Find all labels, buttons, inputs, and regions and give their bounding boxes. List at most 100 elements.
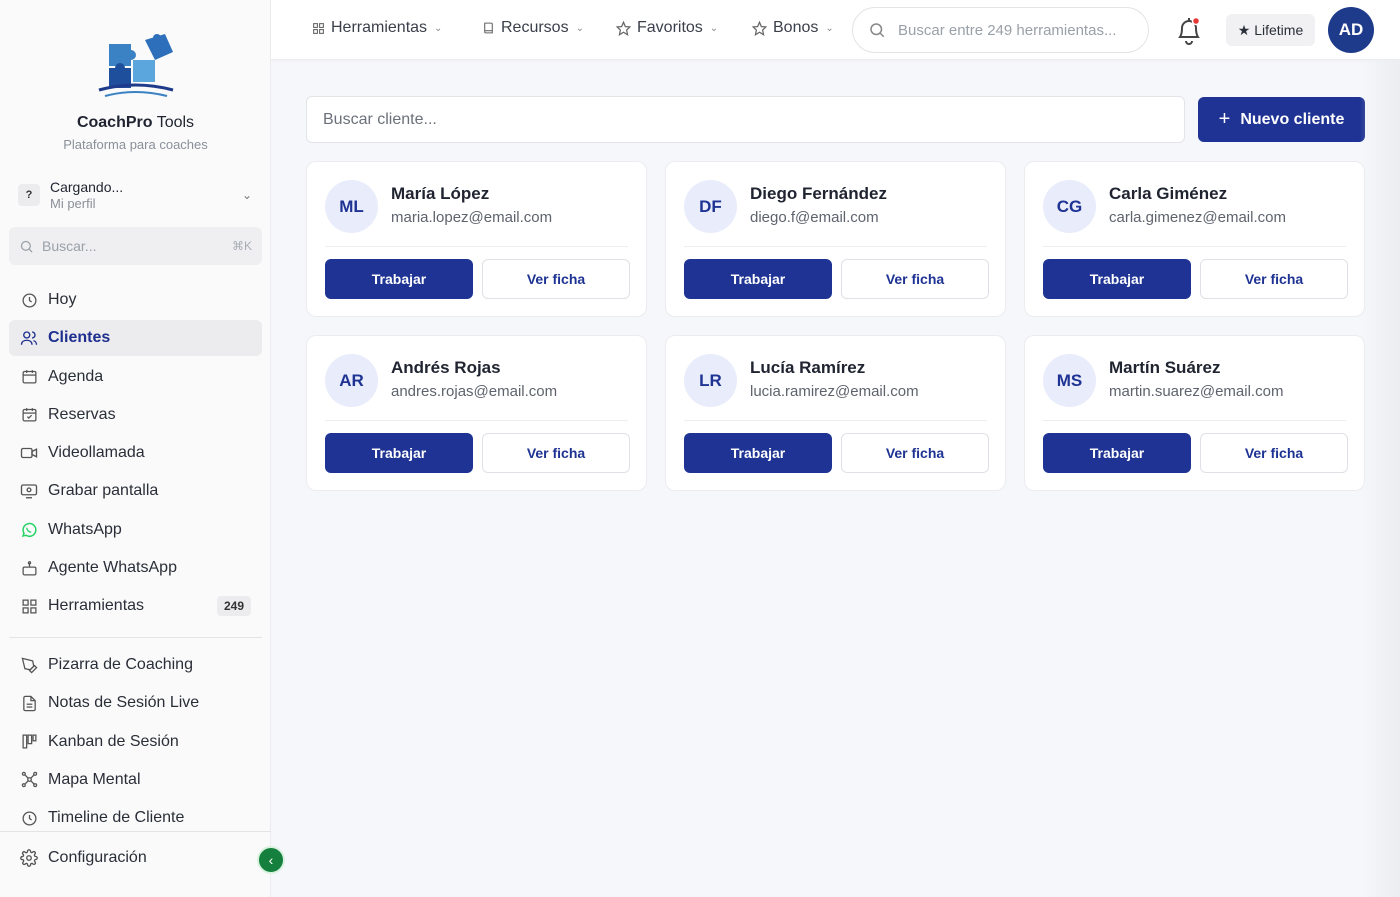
menu-recursos[interactable]: Recursos ⌄ (482, 19, 584, 37)
sidebar-item-label: WhatsApp (48, 520, 122, 538)
whatsapp-icon (20, 521, 38, 539)
sidebar-item-whatsapp[interactable]: WhatsApp (9, 512, 262, 548)
work-button[interactable]: Trabajar (1043, 259, 1191, 299)
card-divider (1043, 420, 1346, 421)
star-icon (616, 20, 631, 36)
screen-record-icon (20, 482, 38, 500)
client-card: DF Diego Fernández diego.f@email.com Tra… (665, 161, 1006, 317)
brand-name: CoachPro Tools (76, 114, 195, 131)
menu-label: Herramientas (331, 19, 428, 36)
config-section: Configuración (9, 840, 262, 878)
sidebar: CoachPro Tools Plataforma para coaches ?… (0, 0, 271, 897)
work-button[interactable]: Trabajar (1043, 433, 1191, 473)
sidebar-item-configuracion[interactable]: Configuración (9, 840, 262, 876)
profile-avatar: ? (18, 184, 40, 206)
sidebar-item-label: Herramientas (48, 597, 145, 615)
client-grid: ML María López maria.lopez@email.com Tra… (306, 161, 1365, 491)
client-email: lucia.ramirez@email.com (750, 383, 919, 400)
book-icon (482, 21, 495, 35)
client-name: Diego Fernández (750, 184, 887, 203)
client-search-placeholder: Buscar cliente... (323, 110, 437, 128)
sidebar-item-label: Videollamada (48, 444, 145, 462)
work-button[interactable]: Trabajar (684, 259, 832, 299)
sidebar-item-label: Timeline de Cliente (48, 809, 185, 827)
sidebar-item-label: Pizarra de Coaching (48, 656, 193, 673)
client-avatar: CG (1043, 180, 1096, 233)
sidebar-item-label: Clientes (48, 329, 111, 347)
work-button[interactable]: Trabajar (325, 259, 473, 299)
sidebar-item-grabar-pantalla[interactable]: Grabar pantalla (9, 473, 262, 509)
work-button[interactable]: Trabajar (325, 433, 473, 473)
grid-icon (20, 597, 38, 615)
sidebar-item-kanban[interactable]: Kanban de Sesión (9, 724, 262, 760)
users-icon (20, 329, 38, 347)
client-email: maria.lopez@email.com (391, 209, 553, 226)
sidebar-item-label: Agente WhatsApp (48, 559, 177, 577)
client-avatar: AR (325, 354, 378, 407)
chevron-down-icon: ⌄ (709, 22, 719, 34)
sidebar-item-herramientas[interactable]: Herramientas 249 (9, 588, 262, 624)
notifications-button[interactable] (1171, 12, 1207, 48)
chevron-down-icon: ⌄ (434, 22, 443, 34)
star-icon (752, 20, 767, 36)
view-profile-button[interactable]: Ver ficha (841, 259, 989, 299)
bot-icon (20, 559, 38, 577)
view-profile-button[interactable]: Ver ficha (482, 433, 630, 473)
view-profile-button[interactable]: Ver ficha (482, 259, 630, 299)
puzzle-logo-icon (98, 34, 173, 97)
video-icon (20, 444, 38, 462)
card-divider (325, 246, 628, 247)
client-search-input[interactable]: Buscar cliente... (306, 96, 1185, 143)
bell-icon (1178, 16, 1201, 45)
client-card: MS Martín Suárez martin.suarez@email.com… (1024, 335, 1365, 491)
search-shortcut: ⌘K (231, 239, 252, 253)
client-avatar: ML (325, 180, 378, 233)
menu-herramientas[interactable]: Herramientas ⌄ (312, 19, 442, 37)
lifetime-badge: ★ Lifetime (1226, 14, 1315, 46)
sidebar-item-mapa-mental[interactable]: Mapa Mental (9, 762, 262, 798)
sidebar-item-agente-whatsapp[interactable]: Agente WhatsApp (9, 550, 262, 586)
sidebar-item-pizarra[interactable]: Pizarra de Coaching (9, 647, 262, 683)
menu-bonos[interactable]: Bonos ⌄ (752, 19, 834, 37)
gear-icon (20, 849, 38, 867)
sidebar-item-reservas[interactable]: Reservas (9, 397, 262, 433)
new-client-button[interactable]: + Nuevo cliente (1198, 97, 1365, 142)
tools-count-badge: 249 (216, 596, 251, 617)
sidebar-item-notas[interactable]: Notas de Sesión Live (9, 685, 262, 721)
new-client-label: Nuevo cliente (1240, 110, 1345, 128)
client-card: LR Lucía Ramírez lucia.ramirez@email.com… (665, 335, 1006, 491)
client-card: ML María López maria.lopez@email.com Tra… (306, 161, 647, 317)
sidebar-item-label: Hoy (48, 291, 77, 308)
sidebar-search[interactable]: Buscar... ⌘K (9, 227, 262, 265)
view-profile-button[interactable]: Ver ficha (841, 433, 989, 473)
profile-sub: Mi perfil (50, 196, 96, 211)
client-avatar: LR (684, 354, 737, 407)
calendar-icon (20, 368, 38, 386)
menu-label: Bonos (773, 19, 819, 36)
menu-favoritos[interactable]: Favoritos ⌄ (616, 19, 718, 37)
sidebar-item-hoy[interactable]: Hoy (9, 282, 262, 318)
search-icon (20, 240, 33, 253)
sidebar-item-agenda[interactable]: Agenda (9, 359, 262, 395)
sidebar-item-label: Reservas (48, 405, 116, 423)
profile-switcher[interactable]: ? Cargando... Mi perfil ⌄ (10, 174, 262, 216)
work-button[interactable]: Trabajar (684, 433, 832, 473)
brand-block: CoachPro Tools Plataforma para coaches (0, 30, 271, 152)
card-divider (684, 246, 987, 247)
nav-divider (9, 637, 262, 638)
clock-icon (20, 291, 38, 309)
client-name: Carla Giménez (1109, 184, 1228, 203)
view-profile-button[interactable]: Ver ficha (1200, 259, 1348, 299)
view-profile-button[interactable]: Ver ficha (1200, 433, 1348, 473)
history-icon (20, 809, 38, 827)
client-card: CG Carla Giménez carla.gimenez@email.com… (1024, 161, 1365, 317)
tools-search-input[interactable]: Buscar entre 249 herramientas... (852, 7, 1149, 53)
card-divider (1043, 246, 1346, 247)
sidebar-item-clientes[interactable]: Clientes (9, 320, 262, 357)
user-avatar-button[interactable]: AD (1328, 7, 1374, 53)
collapse-sidebar-button[interactable]: ‹ (257, 846, 285, 874)
search-icon (870, 23, 885, 38)
sidebar-item-videollamada[interactable]: Videollamada (9, 435, 262, 471)
tools-search-placeholder: Buscar entre 249 herramientas... (898, 21, 1117, 39)
brand-tagline: Plataforma para coaches (63, 137, 208, 152)
